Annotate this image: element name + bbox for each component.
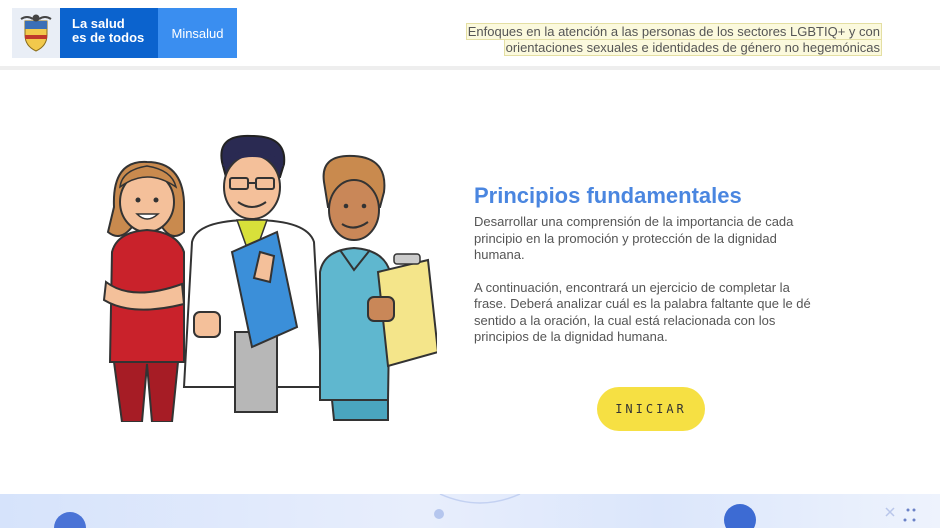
header-divider: [0, 66, 940, 70]
objective-paragraph: Desarrollar una comprensión de la import…: [474, 214, 794, 262]
health-workers-illustration: [102, 134, 437, 422]
doctor-figure: [182, 134, 324, 413]
page-title: Principios fundamentales: [474, 183, 742, 208]
intro-content: Principios fundamentales Desarrollar una…: [474, 183, 819, 346]
course-title-line2: orientaciones sexuales e identidades de …: [503, 39, 882, 56]
course-title-line1: Enfoques en la atención a las personas d…: [465, 23, 882, 40]
top-header: La salud es de todos Minsalud Enfoques e…: [0, 0, 940, 66]
start-button[interactable]: INICIAR: [597, 387, 705, 431]
decorative-footer-band: [0, 494, 940, 528]
brand-name: Minsalud: [158, 8, 237, 58]
brand-slogan: La salud es de todos: [60, 8, 158, 58]
decorative-pattern-icon: [54, 494, 916, 528]
minsalud-logo[interactable]: La salud es de todos Minsalud: [12, 8, 237, 58]
brand-slogan-line1: La salud: [72, 16, 125, 31]
brand-slogan-line2: es de todos: [72, 30, 145, 45]
nurse-red-figure: [102, 160, 186, 422]
colombia-coat-of-arms-icon: [12, 8, 60, 58]
course-title: Enfoques en la atención a las personas d…: [462, 23, 882, 56]
instructions-paragraph: A continuación, encontrará un ejercicio …: [474, 279, 811, 345]
nurse-teal-figure: [319, 154, 437, 421]
